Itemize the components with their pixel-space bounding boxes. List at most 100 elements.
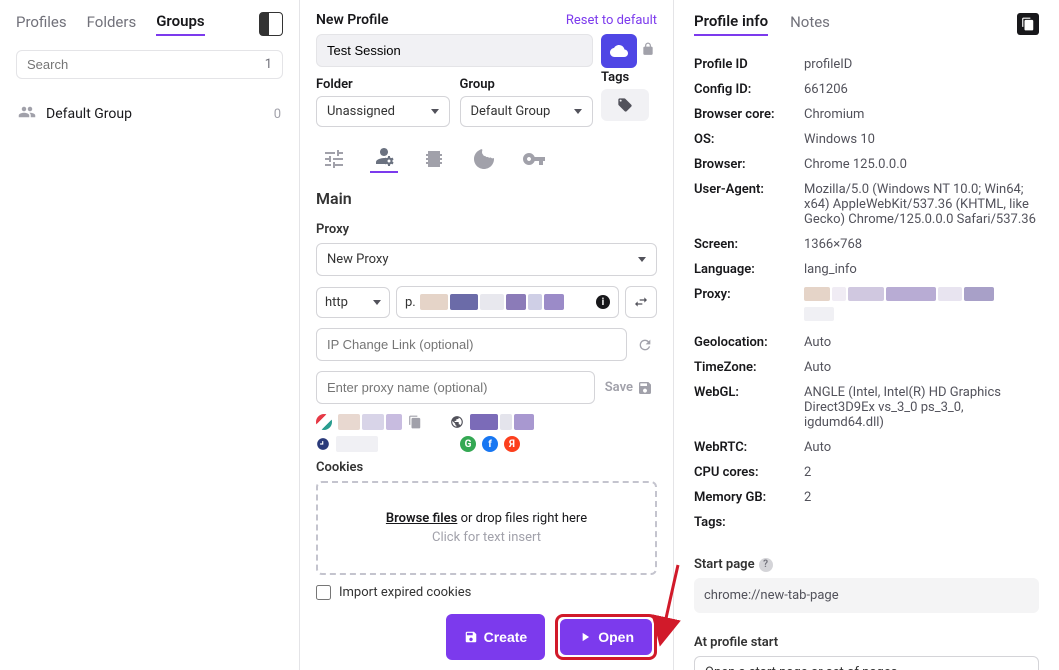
at-profile-start-select[interactable]: Open a start page or set of pages xyxy=(694,656,1039,670)
left-panel: Profiles Folders Groups 1 Default Group … xyxy=(0,0,300,670)
tab-folders[interactable]: Folders xyxy=(87,13,137,35)
info-row: Browser core:Chromium xyxy=(694,102,1039,127)
info-key: Memory GB: xyxy=(694,490,804,505)
info-key: Browser: xyxy=(694,157,804,172)
info-row: Browser:Chrome 125.0.0.0 xyxy=(694,152,1039,177)
copy-all-icon[interactable] xyxy=(1017,13,1039,35)
flag-icon xyxy=(316,414,332,430)
user-cog-icon[interactable] xyxy=(370,145,398,173)
info-icon[interactable]: i xyxy=(596,295,610,309)
yandex-icon: Я xyxy=(504,436,520,452)
info-key: Tags: xyxy=(694,515,804,530)
info-key: Language: xyxy=(694,262,804,277)
users-icon xyxy=(18,103,36,125)
group-row[interactable]: Default Group 0 xyxy=(16,97,283,131)
import-expired-label: Import expired cookies xyxy=(339,585,471,600)
ip-change-link-input[interactable] xyxy=(316,328,627,361)
info-value: Chromium xyxy=(804,107,1039,122)
swap-proxy-button[interactable] xyxy=(625,286,657,318)
info-row: OS:Windows 10 xyxy=(694,127,1039,152)
at-profile-start-value: Open a start page or set of pages xyxy=(705,665,897,670)
proxy-select[interactable]: New Proxy xyxy=(316,243,657,276)
create-button-label: Create xyxy=(484,629,528,645)
search-input[interactable] xyxy=(27,57,265,72)
drop-text: or drop files right here xyxy=(457,511,587,526)
proxy-info-badges-1 xyxy=(316,414,657,430)
reset-to-default-link[interactable]: Reset to default xyxy=(566,13,657,28)
profile-name-input[interactable] xyxy=(316,34,593,67)
lock-icon xyxy=(641,42,655,60)
browse-files-link[interactable]: Browse files xyxy=(386,511,457,526)
info-row: WebGL:ANGLE (Intel, Intel(R) HD Graphics… xyxy=(694,380,1039,435)
info-value: ANGLE (Intel, Intel(R) HD Graphics Direc… xyxy=(804,385,1039,430)
tab-notes[interactable]: Notes xyxy=(790,13,830,35)
import-expired-checkbox-row[interactable]: Import expired cookies xyxy=(316,585,657,600)
sliders-icon[interactable] xyxy=(320,145,348,173)
search-input-container[interactable]: 1 xyxy=(16,50,283,79)
import-expired-checkbox[interactable] xyxy=(316,585,331,600)
at-profile-start-label: At profile start xyxy=(694,635,1039,650)
info-value: Mozilla/5.0 (Windows NT 10.0; Win64; x64… xyxy=(804,182,1039,227)
folder-select[interactable]: Unassigned xyxy=(316,96,450,127)
help-icon[interactable]: ? xyxy=(759,558,773,572)
chip-icon[interactable] xyxy=(420,145,448,173)
cookie-icon[interactable] xyxy=(470,145,498,173)
key-icon[interactable] xyxy=(520,145,548,173)
tab-profiles[interactable]: Profiles xyxy=(16,13,67,35)
info-value xyxy=(804,287,1039,325)
group-label: Group xyxy=(460,77,594,92)
info-key: TimeZone: xyxy=(694,360,804,375)
open-button[interactable]: Open xyxy=(560,619,652,655)
cloud-sync-button[interactable] xyxy=(601,34,637,68)
tab-groups[interactable]: Groups xyxy=(156,12,204,36)
middle-panel: New Profile Reset to default Folder Unas… xyxy=(300,0,674,670)
proxy-label: Proxy xyxy=(316,222,657,237)
info-value: Auto xyxy=(804,335,1039,350)
refresh-ip-button[interactable] xyxy=(633,337,657,353)
search-result-count: 1 xyxy=(265,57,272,72)
info-row: CPU cores:2 xyxy=(694,460,1039,485)
save-proxy-button[interactable]: Save xyxy=(601,380,657,396)
click-for-text-insert[interactable]: Click for text insert xyxy=(328,530,645,545)
group-value: Default Group xyxy=(471,104,551,119)
info-value: 661206 xyxy=(804,82,1039,97)
proxy-address-input[interactable]: p. i xyxy=(396,286,619,318)
group-select[interactable]: Default Group xyxy=(460,96,594,127)
layout-toggle-icon[interactable] xyxy=(259,12,283,36)
info-row: Geolocation:Auto xyxy=(694,330,1039,355)
info-value: Auto xyxy=(804,440,1039,455)
save-label: Save xyxy=(605,380,633,395)
protocol-select[interactable]: http xyxy=(316,287,390,318)
create-button[interactable]: Create xyxy=(446,614,546,660)
info-value: profileID xyxy=(804,57,1039,72)
info-key: Browser core: xyxy=(694,107,804,122)
info-row: TimeZone:Auto xyxy=(694,355,1039,380)
proxy-prefix: p. xyxy=(405,295,416,310)
copy-icon[interactable] xyxy=(408,415,422,429)
info-key: WebGL: xyxy=(694,385,804,400)
tab-profile-info[interactable]: Profile info xyxy=(694,12,768,36)
info-value: 1366×768 xyxy=(804,237,1039,252)
info-key: User-Agent: xyxy=(694,182,804,197)
info-value: Auto xyxy=(804,360,1039,375)
info-key: WebRTC: xyxy=(694,440,804,455)
group-name: Default Group xyxy=(46,106,264,122)
proxy-select-value: New Proxy xyxy=(327,252,389,267)
facebook-icon: f xyxy=(482,436,498,452)
info-value: 2 xyxy=(804,490,1039,505)
start-page-value: chrome://new-tab-page xyxy=(694,578,1039,613)
profile-info-list: Profile IDprofileIDConfig ID:661206Brows… xyxy=(694,52,1039,535)
info-key: Screen: xyxy=(694,237,804,252)
globe-icon xyxy=(450,415,464,429)
proxy-name-input[interactable] xyxy=(316,371,595,404)
folder-label: Folder xyxy=(316,77,450,92)
tags-button[interactable] xyxy=(601,89,649,121)
info-key: OS: xyxy=(694,132,804,147)
group-count: 0 xyxy=(274,107,281,122)
info-row: Language:lang_info xyxy=(694,257,1039,282)
right-tabs: Profile info Notes xyxy=(694,12,1039,36)
info-row: Tags: xyxy=(694,510,1039,535)
cookies-dropzone[interactable]: Browse files or drop files right here Cl… xyxy=(316,481,657,575)
config-section-tabs xyxy=(316,145,657,173)
info-row: Screen:1366×768 xyxy=(694,232,1039,257)
